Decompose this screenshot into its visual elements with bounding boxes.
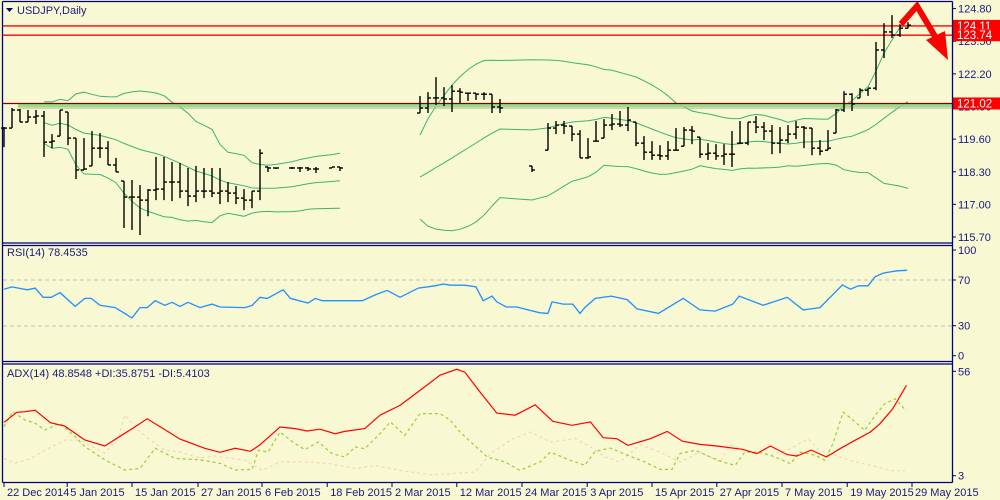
rsi-tick-label: 100	[958, 245, 976, 257]
date-tick-label: 7 May 2015	[785, 487, 842, 499]
adx-tick-label: 3	[958, 471, 964, 483]
date-tick-label: 18 Feb 2015	[330, 487, 392, 499]
price-tick-label: 122.20	[958, 69, 992, 81]
date-tick-label: 2 Mar 2015	[395, 487, 451, 499]
rsi-tick-label: 30	[958, 321, 970, 333]
price-chart[interactable]: USDJPY,Daily 124.80123.50122.20120.90119…	[0, 0, 1000, 500]
rsi-tick-label: 70	[958, 275, 970, 287]
date-tick-label: 15 Apr 2015	[655, 487, 714, 499]
level-shadow	[18, 106, 952, 109]
rsi-tick-label: 0	[958, 351, 964, 363]
date-tick-label: 24 Mar 2015	[525, 487, 587, 499]
date-tick-label: 29 May 2015	[915, 487, 979, 499]
adx-label: ADX(14) 48.8548 +DI:35.8751 -DI:5.4103	[7, 368, 210, 380]
date-tick-label: 6 Feb 2015	[265, 487, 321, 499]
adx-tick-label: 56	[958, 366, 970, 378]
price-tick-label: 124.80	[958, 4, 992, 16]
date-tick-label: 3 Apr 2015	[590, 487, 643, 499]
level-glow	[18, 103, 952, 107]
rsi-label: RSI(14) 78.4535	[7, 247, 88, 259]
date-tick-label: 19 May 2015	[850, 487, 914, 499]
chart-background	[0, 0, 1000, 500]
chart-title: USDJPY,Daily	[6, 5, 87, 17]
price-tick-label: 119.60	[958, 134, 991, 146]
date-tick-label: 27 Jan 2015	[201, 487, 262, 499]
level-label: 121.02	[957, 98, 992, 110]
price-tick-label: 118.30	[958, 167, 991, 179]
price-tick-label: 115.70	[958, 232, 991, 244]
price-tick-label: 117.00	[958, 199, 991, 211]
date-tick-label: 15 Jan 2015	[135, 487, 196, 499]
symbol-title: USDJPY,Daily	[17, 5, 87, 17]
date-tick-label: 12 Mar 2015	[460, 487, 522, 499]
date-tick-label: 22 Dec 2014	[7, 487, 69, 499]
level-label: 123.74	[957, 30, 993, 42]
date-tick-label: 27 Apr 2015	[720, 487, 779, 499]
date-tick-label: 5 Jan 2015	[70, 487, 124, 499]
